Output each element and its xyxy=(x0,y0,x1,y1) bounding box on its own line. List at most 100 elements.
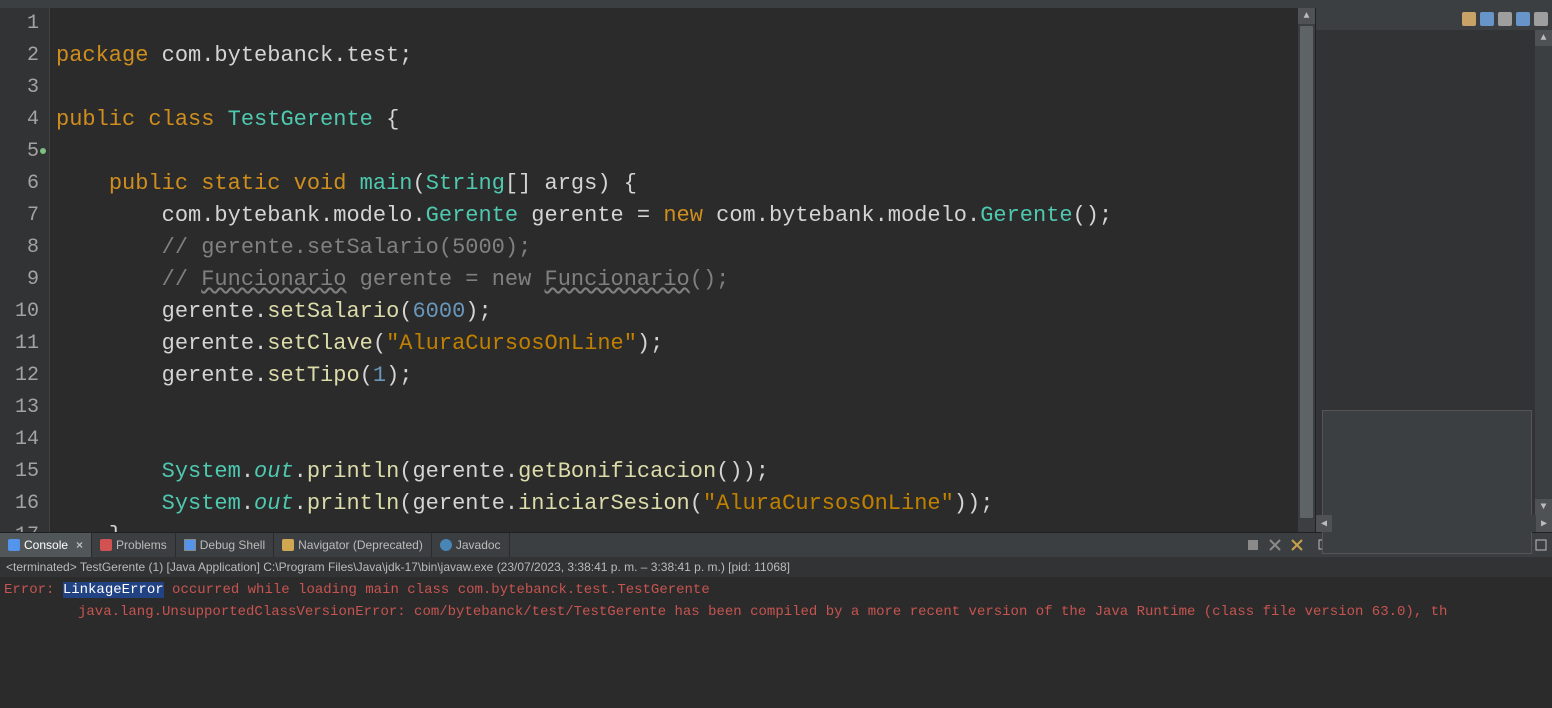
identifier: gerente xyxy=(412,459,504,484)
number-literal: 6000 xyxy=(412,299,465,324)
line-number: 9 xyxy=(27,268,39,291)
keyword: new xyxy=(663,203,703,228)
identifier: gerente xyxy=(412,491,504,516)
method-call: getBonificacion xyxy=(518,459,716,484)
outline-horizontal-scrollbar[interactable]: ◀ ▶ xyxy=(1316,515,1552,532)
line-number: 14 xyxy=(15,428,39,451)
brace: } xyxy=(109,523,122,532)
outline-content[interactable] xyxy=(1316,30,1552,532)
javadoc-icon xyxy=(440,539,452,551)
scroll-left-icon[interactable]: ◀ xyxy=(1316,515,1332,532)
keyword: package xyxy=(56,43,148,68)
line-number: 13 xyxy=(15,396,39,419)
console-output[interactable]: Error: LinkageError occurred while loadi… xyxy=(0,577,1552,708)
console-selection: LinkageError xyxy=(63,582,164,598)
line-number: 5 xyxy=(27,140,39,163)
operator: = xyxy=(637,203,650,228)
error-prefix: Error: xyxy=(4,582,63,598)
console-process-header: <terminated> TestGerente (1) [Java Appli… xyxy=(0,557,1552,577)
qualifier: com.bytebank.modelo. xyxy=(162,203,426,228)
method-call: println xyxy=(307,491,399,516)
tab-console[interactable]: Console × xyxy=(0,533,92,557)
scroll-right-icon[interactable]: ▶ xyxy=(1536,515,1552,532)
outline-view: ▲ ▼ ◀ ▶ xyxy=(1315,8,1552,532)
param: args xyxy=(545,171,598,196)
line-number: 16 xyxy=(15,492,39,515)
tab-label: Problems xyxy=(116,538,167,552)
code-area[interactable]: package com.bytebanck.test; public class… xyxy=(50,8,1298,532)
remove-launch-button[interactable] xyxy=(1266,536,1284,554)
keyword: public xyxy=(56,107,135,132)
line-number: 17 xyxy=(15,524,39,532)
remove-all-button[interactable] xyxy=(1288,536,1306,554)
terminate-button[interactable] xyxy=(1244,536,1262,554)
scrollbar-thumb[interactable] xyxy=(1300,26,1313,518)
maximize-view-button[interactable] xyxy=(1532,536,1550,554)
method-call: println xyxy=(307,459,399,484)
line-number: 7 xyxy=(27,204,39,227)
comment: // gerente.setSalario(5000); xyxy=(162,235,532,260)
outline-vertical-scrollbar[interactable]: ▲ ▼ xyxy=(1535,30,1552,515)
package-name: com.bytebanck.test xyxy=(162,43,400,68)
semicolon: ; xyxy=(1099,203,1112,228)
identifier: gerente xyxy=(531,203,623,228)
method-call: setTipo xyxy=(267,363,359,388)
editor-vertical-scrollbar[interactable]: ▲ ▼ xyxy=(1298,8,1315,532)
type: System xyxy=(162,491,241,516)
scroll-down-icon[interactable]: ▼ xyxy=(1535,499,1552,515)
identifier: gerente xyxy=(162,299,254,324)
console-text: occurred while loading main class com.by… xyxy=(164,582,710,598)
outline-toolbar[interactable] xyxy=(1316,8,1552,30)
debug-shell-icon xyxy=(184,539,196,551)
keyword: static xyxy=(201,171,280,196)
line-number: 12 xyxy=(15,364,39,387)
tab-javadoc[interactable]: Javadoc xyxy=(432,533,510,557)
editor-tab-strip[interactable] xyxy=(0,0,1552,8)
console-icon xyxy=(8,539,20,551)
sort-icon[interactable] xyxy=(1462,12,1476,26)
scroll-up-icon[interactable]: ▲ xyxy=(1535,30,1552,46)
method-call: iniciarSesion xyxy=(518,491,690,516)
line-number: 6 xyxy=(27,172,39,195)
string-literal: "AluraCursosOnLine" xyxy=(386,331,637,356)
bottom-panel: Console × Problems Debug Shell Navigator… xyxy=(0,532,1552,708)
tab-label: Javadoc xyxy=(456,538,501,552)
line-number: 10 xyxy=(15,300,39,323)
filter-icon[interactable] xyxy=(1480,12,1494,26)
paren: ( xyxy=(412,171,425,196)
line-number: 15 xyxy=(15,460,39,483)
keyword: class xyxy=(148,107,214,132)
comment: // Funcionario gerente = new Funcionario… xyxy=(162,267,730,292)
type: System xyxy=(162,459,241,484)
brace: { xyxy=(386,107,399,132)
link-editor-icon[interactable] xyxy=(1498,12,1512,26)
tab-problems[interactable]: Problems xyxy=(92,533,176,557)
identifier: gerente xyxy=(162,331,254,356)
line-number: 1 xyxy=(27,12,39,35)
qualifier: com.bytebank.modelo. xyxy=(716,203,980,228)
keyword: public xyxy=(109,171,188,196)
tab-label: Debug Shell xyxy=(200,538,265,552)
code-editor[interactable]: 1 2 3 4 5 6 7 8 9 10 11 12 13 14 15 16 1… xyxy=(0,8,1315,532)
tab-debug-shell[interactable]: Debug Shell xyxy=(176,533,274,557)
line-number: 3 xyxy=(27,76,39,99)
close-icon[interactable]: × xyxy=(76,538,83,552)
tab-label: Navigator (Deprecated) xyxy=(298,538,423,552)
console-text: java.lang.UnsupportedClassVersionError: … xyxy=(78,604,1447,620)
line-number: 2 xyxy=(27,44,39,67)
paren: () xyxy=(1073,203,1099,228)
line-number: 8 xyxy=(27,236,39,259)
method-call: setClave xyxy=(267,331,373,356)
scroll-up-icon[interactable]: ▲ xyxy=(1298,8,1315,24)
paren: ) { xyxy=(597,171,637,196)
type: String xyxy=(426,171,505,196)
identifier: gerente xyxy=(162,363,254,388)
type: Gerente xyxy=(980,203,1072,228)
tab-navigator[interactable]: Navigator (Deprecated) xyxy=(274,533,432,557)
brackets: [] xyxy=(505,171,531,196)
menu-icon[interactable] xyxy=(1534,12,1548,26)
tab-label: Console xyxy=(24,538,68,552)
line-number: 4 xyxy=(27,108,39,131)
bottom-view-tabs: Console × Problems Debug Shell Navigator… xyxy=(0,533,1552,557)
collapse-icon[interactable] xyxy=(1516,12,1530,26)
